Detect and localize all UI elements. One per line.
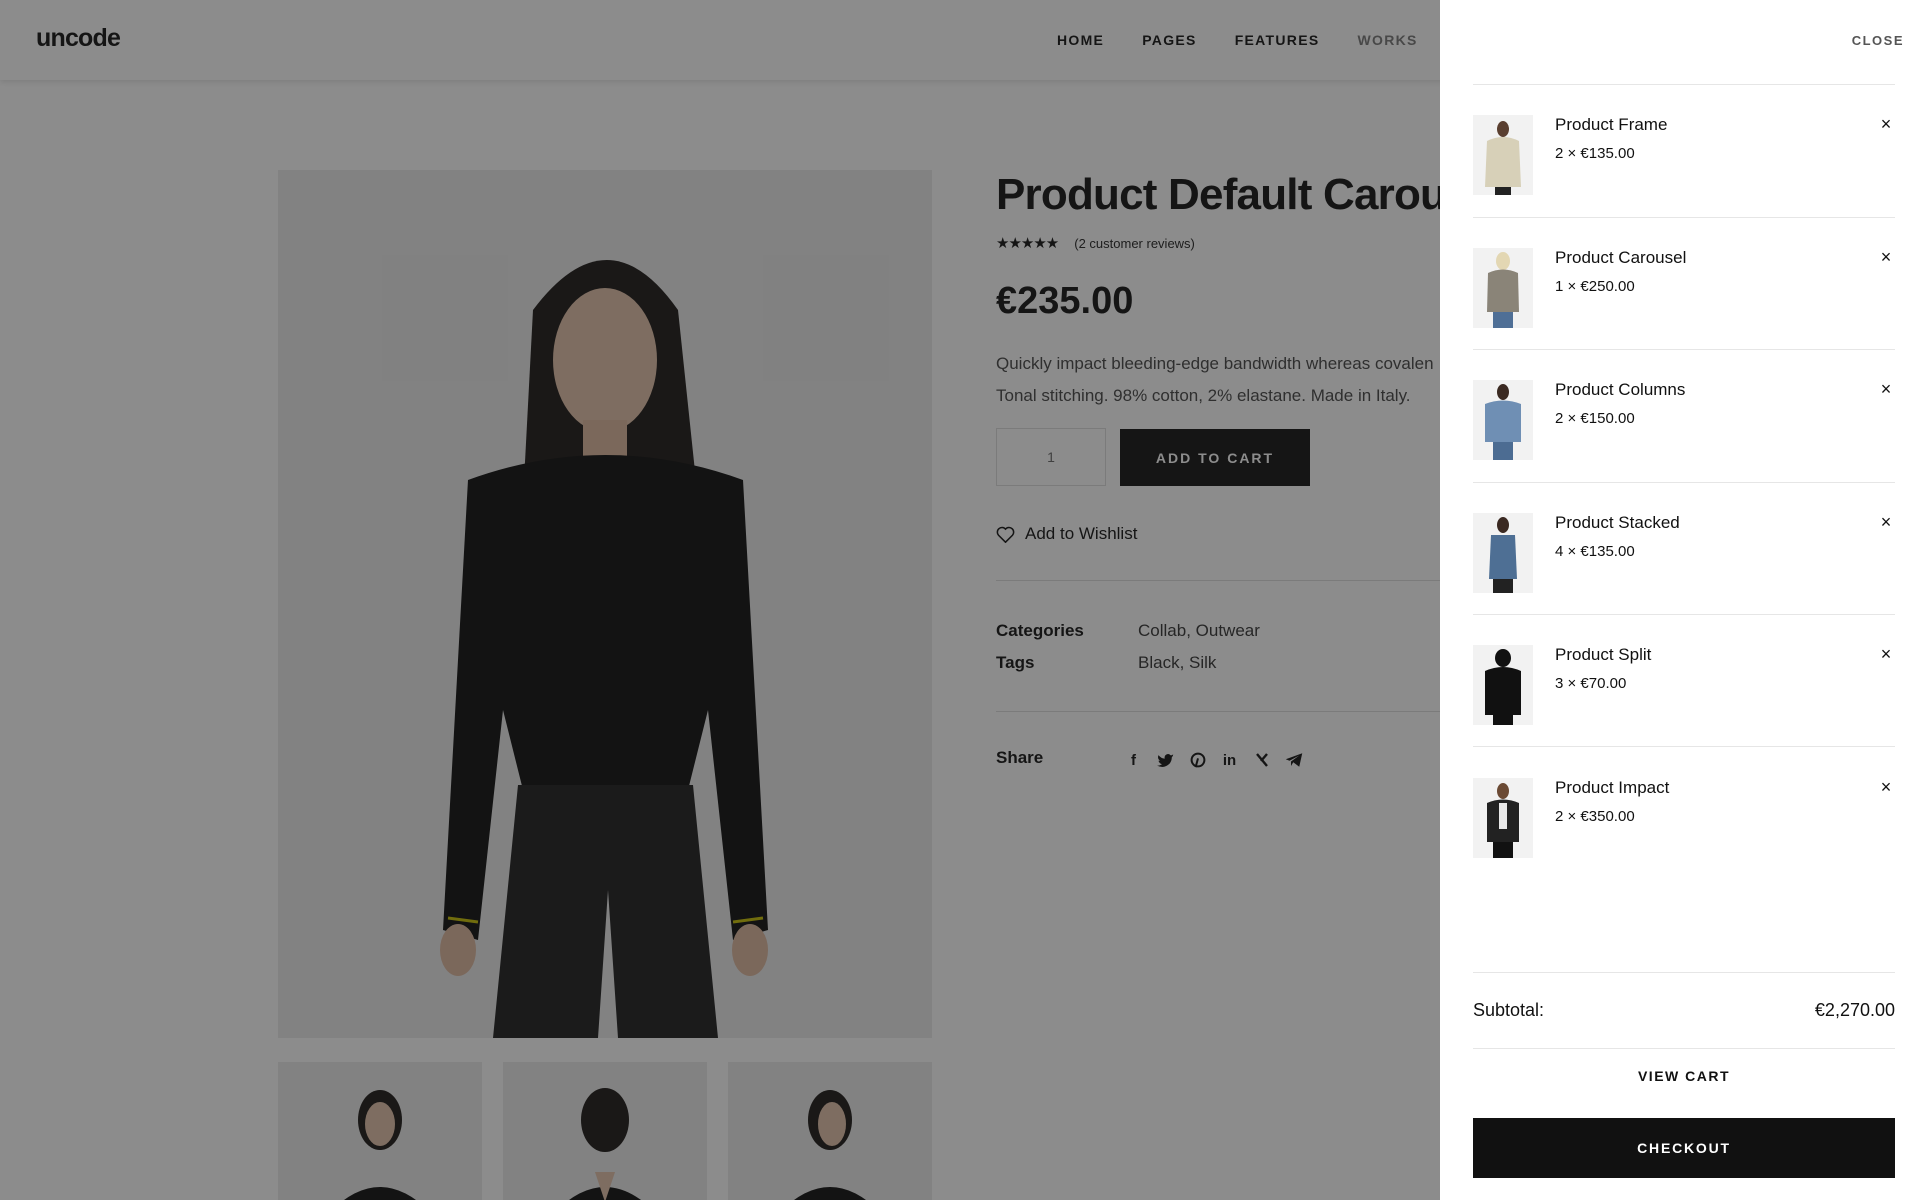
cart-item: Product Split 3 × €70.00 × — [1473, 615, 1895, 747]
cart-item: Product Carousel 1 × €250.00 × — [1473, 218, 1895, 350]
cart-item-thumbnail[interactable] — [1473, 115, 1533, 195]
view-cart-button[interactable]: VIEW CART — [1473, 1068, 1895, 1084]
cart-item-quantity-price: 2 × €350.00 — [1555, 808, 1635, 825]
remove-item-icon[interactable]: × — [1877, 114, 1895, 134]
cart-item-thumbnail[interactable] — [1473, 248, 1533, 328]
cart-item-thumbnail[interactable] — [1473, 645, 1533, 725]
product-thumbnail-image — [1473, 513, 1533, 593]
cart-item-thumbnail[interactable] — [1473, 380, 1533, 460]
cart-item-quantity-price: 4 × €135.00 — [1555, 543, 1635, 560]
cart-item-quantity-price: 2 × €150.00 — [1555, 410, 1635, 427]
remove-item-icon[interactable]: × — [1877, 644, 1895, 664]
cart-item-name[interactable]: Product Split — [1555, 645, 1651, 665]
cart-side-panel: CLOSE Product Frame 2 × €135.00 × Produc… — [1440, 0, 1920, 1200]
divider — [1473, 1048, 1895, 1049]
divider — [1473, 972, 1895, 973]
cart-item-quantity-price: 1 × €250.00 — [1555, 278, 1635, 295]
cart-item-name[interactable]: Product Impact — [1555, 778, 1669, 798]
divider — [1473, 746, 1895, 747]
cart-item: Product Columns 2 × €150.00 × — [1473, 350, 1895, 482]
cart-item: Product Stacked 4 × €135.00 × — [1473, 483, 1895, 615]
product-thumbnail-image — [1473, 645, 1533, 725]
product-thumbnail-image — [1473, 380, 1533, 460]
remove-item-icon[interactable]: × — [1877, 777, 1895, 797]
remove-item-icon[interactable]: × — [1877, 247, 1895, 267]
cart-item-name[interactable]: Product Carousel — [1555, 248, 1686, 268]
remove-item-icon[interactable]: × — [1877, 379, 1895, 399]
cart-item: Product Impact 2 × €350.00 × — [1473, 748, 1895, 880]
cart-item-name[interactable]: Product Columns — [1555, 380, 1685, 400]
cart-subtotal: Subtotal: €2,270.00 — [1473, 1000, 1895, 1021]
close-button[interactable]: CLOSE — [1852, 33, 1904, 48]
product-thumbnail-image — [1473, 115, 1533, 195]
remove-item-icon[interactable]: × — [1877, 512, 1895, 532]
subtotal-label: Subtotal: — [1473, 1000, 1545, 1020]
subtotal-value: €2,270.00 — [1814, 1000, 1895, 1020]
checkout-button[interactable]: CHECKOUT — [1473, 1118, 1895, 1178]
product-thumbnail-image — [1473, 248, 1533, 328]
cart-item-quantity-price: 2 × €135.00 — [1555, 145, 1635, 162]
cart-item: Product Frame 2 × €135.00 × — [1473, 85, 1895, 217]
cart-item-quantity-price: 3 × €70.00 — [1555, 675, 1627, 692]
cart-item-name[interactable]: Product Frame — [1555, 115, 1667, 135]
cart-item-thumbnail[interactable] — [1473, 778, 1533, 858]
cart-item-thumbnail[interactable] — [1473, 513, 1533, 593]
product-thumbnail-image — [1473, 778, 1533, 858]
cart-item-name[interactable]: Product Stacked — [1555, 513, 1680, 533]
